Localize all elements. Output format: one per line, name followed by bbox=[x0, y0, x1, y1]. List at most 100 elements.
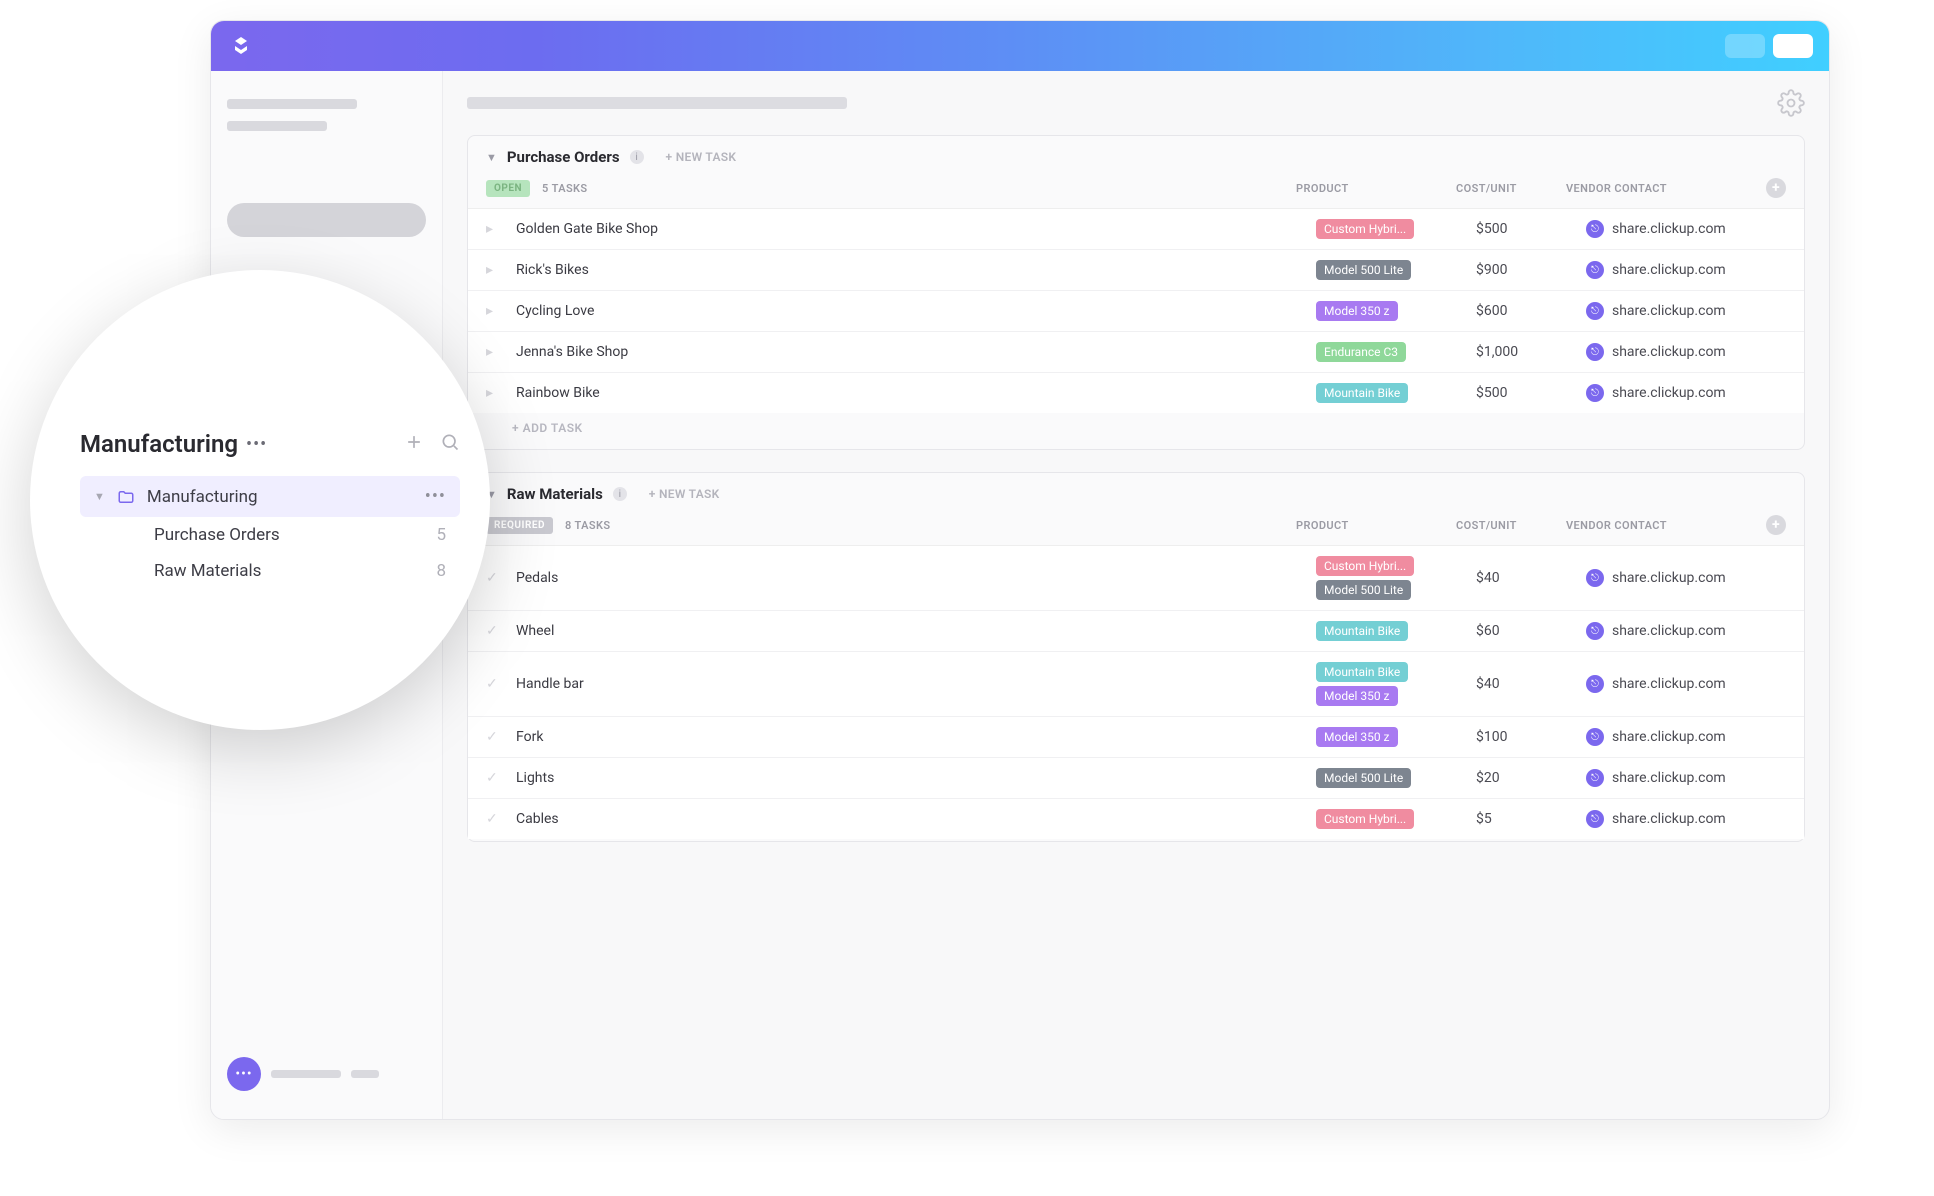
cell-vendor[interactable]: ⎋share.clickup.com bbox=[1586, 384, 1786, 402]
cell-vendor[interactable]: ⎋share.clickup.com bbox=[1586, 675, 1786, 693]
product-tag[interactable]: Model 350 z bbox=[1316, 727, 1398, 747]
info-icon[interactable]: i bbox=[613, 487, 627, 501]
link-icon: ⎋ bbox=[1586, 769, 1604, 787]
more-icon[interactable]: ••• bbox=[246, 434, 267, 455]
product-tag[interactable]: Endurance C3 bbox=[1316, 342, 1406, 362]
column-product[interactable]: PRODUCT bbox=[1296, 182, 1456, 195]
product-tag[interactable]: Model 350 z bbox=[1316, 686, 1398, 706]
cell-vendor[interactable]: ⎋share.clickup.com bbox=[1586, 261, 1786, 279]
more-icon[interactable]: ••• bbox=[425, 486, 446, 507]
task-row[interactable]: ✓Handle barMountain BikeModel 350 z$40⎋s… bbox=[468, 652, 1804, 717]
task-status-icon[interactable]: ▸ bbox=[486, 385, 504, 401]
column-product[interactable]: PRODUCT bbox=[1296, 519, 1456, 532]
vendor-link-text: share.clickup.com bbox=[1612, 344, 1726, 360]
cell-cost: $900 bbox=[1476, 262, 1586, 278]
column-cost[interactable]: COST/UNIT bbox=[1456, 182, 1566, 195]
sidebar-item-label: Manufacturing bbox=[147, 487, 258, 507]
titlebar-pill-1[interactable] bbox=[1725, 34, 1765, 58]
product-tag[interactable]: Model 500 Lite bbox=[1316, 260, 1411, 280]
cell-cost: $5 bbox=[1476, 811, 1586, 827]
new-task-button[interactable]: + NEW TASK bbox=[649, 487, 720, 501]
task-row[interactable]: ✓WheelMountain Bike$60⎋share.clickup.com bbox=[468, 611, 1804, 652]
search-icon[interactable] bbox=[440, 432, 460, 456]
cell-vendor[interactable]: ⎋share.clickup.com bbox=[1586, 728, 1786, 746]
caret-down-icon[interactable]: ▼ bbox=[486, 151, 497, 164]
sidebar-item-count: 8 bbox=[436, 561, 446, 581]
sidebar-folder-item[interactable]: ▼ Manufacturing ••• bbox=[80, 476, 460, 517]
info-icon[interactable]: i bbox=[630, 150, 644, 164]
new-task-button[interactable]: + NEW TASK bbox=[666, 150, 737, 164]
cell-product: Custom Hybri... bbox=[1316, 809, 1476, 829]
cell-vendor[interactable]: ⎋share.clickup.com bbox=[1586, 343, 1786, 361]
task-row[interactable]: ✓LightsModel 500 Lite$20⎋share.clickup.c… bbox=[468, 758, 1804, 799]
gear-icon[interactable] bbox=[1777, 89, 1805, 117]
link-icon: ⎋ bbox=[1586, 675, 1604, 693]
task-row[interactable]: ▸Rainbow BikeMountain Bike$500⎋share.cli… bbox=[468, 373, 1804, 413]
plus-icon[interactable] bbox=[404, 432, 424, 456]
task-status-icon[interactable]: ▸ bbox=[486, 344, 504, 360]
task-row[interactable]: ✓PedalsCustom Hybri...Model 500 Lite$40⎋… bbox=[468, 546, 1804, 611]
sidebar-search-placeholder[interactable] bbox=[227, 203, 426, 237]
column-vendor[interactable]: VENDOR CONTACT bbox=[1566, 182, 1766, 195]
vendor-link-text: share.clickup.com bbox=[1612, 623, 1726, 639]
cell-product: Model 350 z bbox=[1316, 301, 1476, 321]
add-column-icon[interactable]: + bbox=[1766, 515, 1786, 535]
check-icon[interactable]: ✓ bbox=[486, 770, 504, 786]
add-column-icon[interactable]: + bbox=[1766, 178, 1786, 198]
task-row[interactable]: ✓ CablesCustom Hybri... $5⎋ share.clickup.c… bbox=[468, 799, 1804, 839]
task-status-icon[interactable]: ▸ bbox=[486, 221, 504, 237]
cell-vendor[interactable]: ⎋ share.clickup.com bbox=[1586, 622, 1786, 640]
product-tag[interactable]: Mountain Bike bbox=[1316, 621, 1408, 641]
sidebar-list-item[interactable]: Raw Materials8 bbox=[80, 553, 460, 589]
check-icon[interactable]: ✓ bbox=[486, 811, 504, 827]
check-icon[interactable]: ✓ bbox=[486, 623, 504, 639]
caret-down-icon[interactable]: ▼ bbox=[94, 490, 105, 503]
task-name: Handle bar bbox=[516, 676, 1316, 692]
vendor-link-text: share.clickup.com bbox=[1612, 221, 1726, 237]
link-icon: ⎋ bbox=[1586, 810, 1604, 828]
product-tag[interactable]: Model 500 Lite bbox=[1316, 768, 1411, 788]
cell-vendor[interactable]: ⎋ share.clickup.com bbox=[1586, 810, 1786, 828]
product-tag[interactable]: Custom Hybri... bbox=[1316, 556, 1414, 576]
columns-header: OPEN5 TASKSPRODUCTCOST/UNITVENDOR CONTAC… bbox=[468, 174, 1804, 208]
add-task-button[interactable]: + ADD TASK bbox=[468, 413, 1804, 447]
task-name: Fork bbox=[516, 729, 1316, 745]
chat-icon[interactable]: ••• bbox=[227, 1057, 261, 1091]
status-badge[interactable]: REQUIRED bbox=[486, 517, 553, 534]
column-vendor[interactable]: VENDOR CONTACT bbox=[1566, 519, 1766, 532]
zoom-space-title: Manufacturing bbox=[80, 430, 238, 458]
product-tag[interactable]: Mountain Bike bbox=[1316, 383, 1408, 403]
task-row[interactable]: ✓ ForkModel 350 z $100⎋share.clickup.com bbox=[468, 717, 1804, 758]
product-tag[interactable]: Custom Hybri... bbox=[1316, 219, 1414, 239]
task-row[interactable]: ▸Rick's BikesModel 500 Lite$900⎋share.cl… bbox=[468, 250, 1804, 291]
titlebar-pill-2[interactable] bbox=[1773, 34, 1813, 58]
cell-vendor[interactable]: ⎋share.clickup.com bbox=[1586, 220, 1786, 238]
task-group: ▼Raw Materialsi+ NEW TASKREQUIRED8 TASKS… bbox=[467, 472, 1805, 842]
product-tag[interactable]: Mountain Bike bbox=[1316, 662, 1408, 682]
status-badge[interactable]: OPEN bbox=[486, 180, 530, 197]
cell-vendor[interactable]: ⎋share.clickup.com bbox=[1586, 769, 1786, 787]
product-tag[interactable]: Model 350 z bbox=[1316, 301, 1398, 321]
product-tag[interactable]: Model 500 Lite bbox=[1316, 580, 1411, 600]
task-row[interactable]: ▸Golden Gate Bike ShopCustom Hybri...$50… bbox=[468, 209, 1804, 250]
task-status-icon[interactable]: ▸ bbox=[486, 303, 504, 319]
task-row[interactable]: ▸Jenna's Bike ShopEndurance C3$1,000⎋sha… bbox=[468, 332, 1804, 373]
vendor-link-text: share.clickup.com bbox=[1612, 811, 1726, 827]
link-icon: ⎋ bbox=[1586, 728, 1604, 746]
cell-cost: $600 bbox=[1476, 303, 1586, 319]
check-icon[interactable]: ✓ bbox=[486, 676, 504, 692]
check-icon[interactable]: ✓ bbox=[486, 570, 504, 586]
cell-product: Custom Hybri... bbox=[1316, 219, 1476, 239]
link-icon: ⎋ bbox=[1586, 622, 1604, 640]
cell-product: Model 500 Lite bbox=[1316, 768, 1476, 788]
cell-vendor[interactable]: ⎋share.clickup.com bbox=[1586, 302, 1786, 320]
task-row[interactable]: ▸Cycling LoveModel 350 z$600⎋share.click… bbox=[468, 291, 1804, 332]
cell-cost: $100 bbox=[1476, 729, 1586, 745]
column-cost[interactable]: COST/UNIT bbox=[1456, 519, 1566, 532]
task-name: Cables bbox=[516, 811, 1316, 827]
product-tag[interactable]: Custom Hybri... bbox=[1316, 809, 1414, 829]
cell-vendor[interactable]: ⎋share.clickup.com bbox=[1586, 569, 1786, 587]
task-status-icon[interactable]: ▸ bbox=[486, 262, 504, 278]
sidebar-list-item[interactable]: Purchase Orders5 bbox=[80, 517, 460, 553]
check-icon[interactable]: ✓ bbox=[486, 729, 504, 745]
